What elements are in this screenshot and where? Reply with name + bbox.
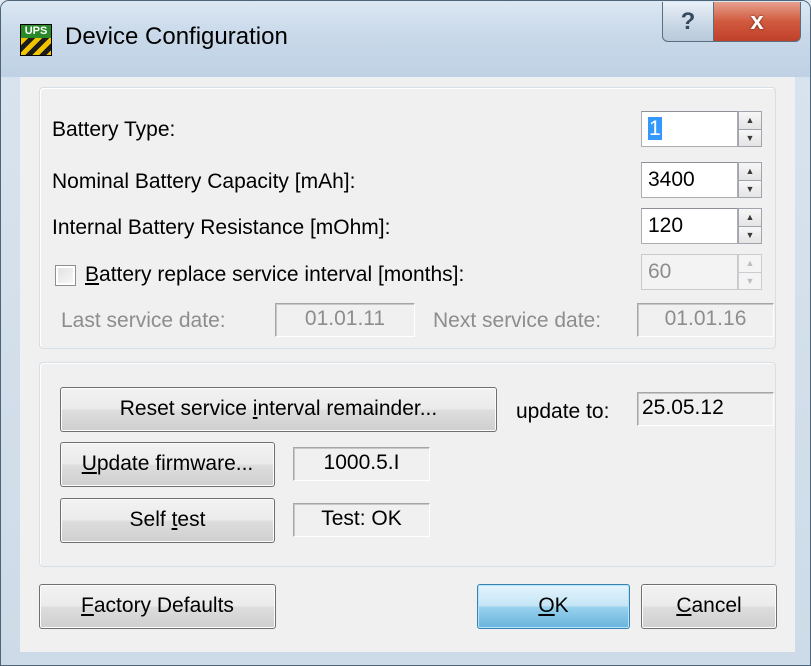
spin-down-icon[interactable]: ▼ (738, 180, 762, 198)
self-test-result-value: Test: OK (293, 503, 430, 537)
battery-type-input[interactable]: 1 (641, 111, 738, 147)
dialog-client-area: Battery Type: 1 ▲ ▼ Nominal Battery Capa… (20, 77, 795, 652)
capacity-label: Nominal Battery Capacity [mAh]: (52, 170, 356, 193)
spin-down-icon[interactable]: ▼ (738, 129, 762, 147)
update-to-label: update to: (516, 400, 610, 423)
service-actions-group: Reset service interval remainder... upda… (39, 362, 776, 567)
spin-up-icon: ▲ (738, 254, 762, 273)
reset-service-interval-button[interactable]: Reset service interval remainder... (60, 387, 497, 432)
spin-up-icon[interactable]: ▲ (738, 208, 762, 227)
spin-up-icon[interactable]: ▲ (738, 111, 762, 130)
last-service-date-label: Last service date: (61, 309, 226, 332)
battery-type-spinner[interactable]: ▲ ▼ (738, 111, 762, 147)
self-test-button[interactable]: Self test (60, 498, 275, 543)
close-icon: x (750, 7, 764, 35)
resistance-label: Internal Battery Resistance [mOhm]: (52, 216, 391, 239)
spin-down-icon: ▼ (738, 272, 762, 290)
cancel-button[interactable]: Cancel (641, 584, 777, 629)
service-interval-checkbox[interactable] (55, 265, 76, 286)
device-configuration-window: UPS Device Configuration ? x Battery Typ… (0, 0, 811, 666)
window-title: Device Configuration (65, 23, 288, 50)
last-service-date-value: 01.01.11 (275, 303, 415, 337)
help-button[interactable]: ? (662, 2, 714, 42)
battery-config-group: Battery Type: 1 ▲ ▼ Nominal Battery Capa… (39, 87, 776, 349)
update-to-value: 25.05.12 (637, 392, 774, 426)
update-firmware-button[interactable]: Update firmware... (60, 442, 275, 487)
help-icon: ? (680, 7, 696, 35)
ok-button[interactable]: OK (477, 584, 630, 629)
battery-type-label: Battery Type: (52, 118, 176, 141)
service-interval-label[interactable]: Battery replace service interval [months… (85, 263, 464, 287)
resistance-input[interactable]: 120 (641, 208, 738, 244)
next-service-date-label: Next service date: (433, 309, 602, 332)
close-button[interactable]: x (713, 2, 801, 42)
spin-down-icon[interactable]: ▼ (738, 226, 762, 244)
title-bar[interactable]: UPS Device Configuration ? x (1, 1, 810, 77)
factory-defaults-button[interactable]: Factory Defaults (39, 584, 276, 629)
resistance-spinner[interactable]: ▲ ▼ (738, 208, 762, 244)
spin-up-icon[interactable]: ▲ (738, 162, 762, 181)
capacity-spinner[interactable]: ▲ ▼ (738, 162, 762, 198)
firmware-version-value: 1000.5.I (293, 447, 430, 481)
next-service-date-value: 01.01.16 (637, 303, 774, 337)
ups-icon: UPS (20, 24, 52, 56)
capacity-input[interactable]: 3400 (641, 162, 738, 198)
service-interval-spinner: ▲ ▼ (738, 254, 762, 290)
service-interval-input: 60 (641, 254, 738, 290)
